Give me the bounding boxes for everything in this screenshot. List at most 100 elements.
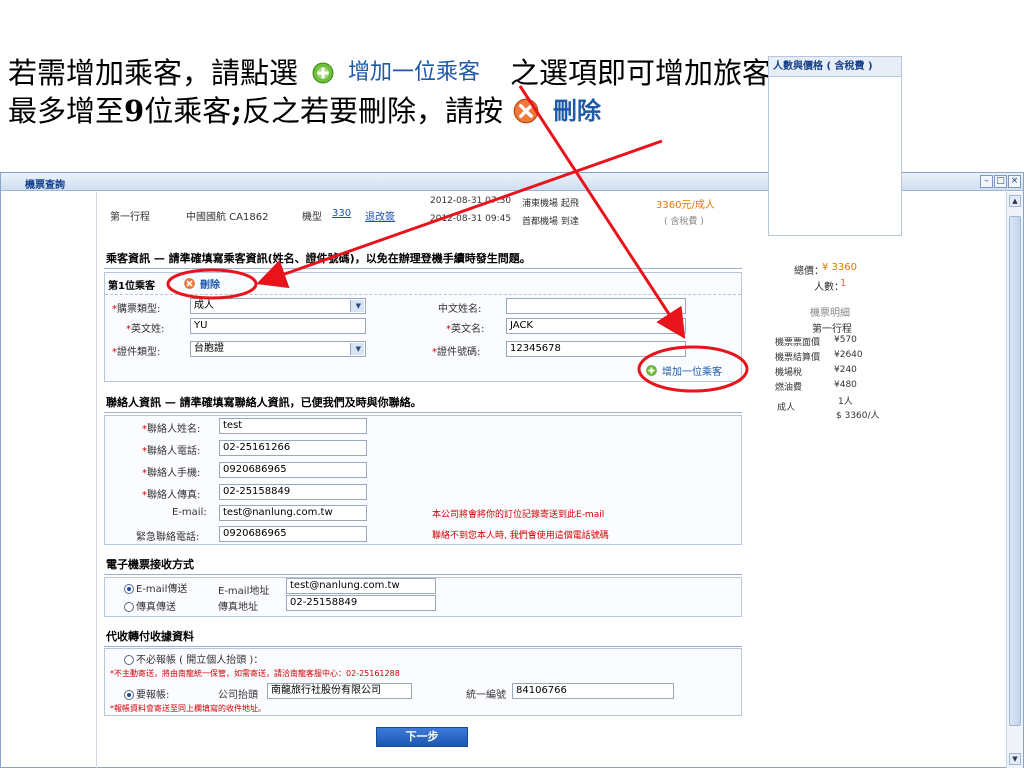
eticket-fax-label: 傳真地址	[218, 602, 258, 613]
radio-unselected-icon[interactable]	[124, 655, 134, 665]
eticket-email-option[interactable]: E-mail傳送	[124, 580, 187, 595]
contact-email-input[interactable]: test@nanlung.com.tw	[219, 505, 367, 521]
contact-mobile-label: *聯絡人手機:	[142, 468, 201, 479]
detail-trip: 第一行程	[812, 324, 852, 335]
adult-price: $ 3360/人	[836, 411, 880, 421]
fuel-fee: ¥480	[834, 380, 857, 390]
receipt-section-title: 代收轉付收據資料	[104, 627, 742, 647]
delete-passenger-button[interactable]: 刪除	[184, 276, 220, 291]
passenger-section-title: 乘客資訊 — 請準確填寫乘客資訊(姓名、證件號碼)，以免在辦理登機手續時發生問題…	[104, 249, 742, 269]
arrival-place: 首都機場 到達	[522, 217, 579, 227]
given-name-input[interactable]: JACK	[506, 318, 686, 334]
id-number-input[interactable]: 12345678	[506, 341, 686, 357]
eticket-email-input[interactable]: test@nanlung.com.tw	[286, 578, 436, 594]
add-passenger-button[interactable]: 增加一位乘客	[646, 363, 722, 378]
caption-line-1: 若需增加乘客，請點選 增加一位乘客 之選項即可增加旅客人數，	[8, 54, 858, 92]
aircraft-link[interactable]: 330	[332, 208, 351, 219]
tax-id-input[interactable]: 84106766	[512, 683, 674, 699]
add-passenger-label: 增加一位乘客	[662, 367, 722, 378]
left-pane	[1, 192, 97, 768]
eticket-fax-option[interactable]: 傳真傳送	[124, 598, 176, 613]
receipt-need-option[interactable]: 要報帳:	[124, 686, 169, 701]
departure-time: 2012-08-31 07:30	[430, 196, 512, 206]
rules-link[interactable]: 退改簽	[365, 208, 395, 223]
delete-circle-icon	[184, 278, 195, 289]
contact-mobile-input[interactable]: 0920686965	[219, 462, 367, 478]
caption-text-2a: 最多增至	[8, 94, 125, 128]
fuel-fee-label: 燃油費	[775, 383, 803, 393]
total-price: ¥ 3360	[822, 262, 857, 273]
airport-tax-label: 機場稅	[775, 368, 803, 378]
contact-fax-input[interactable]: 02-25158849	[219, 484, 367, 500]
caption-add-label: 增加一位乘客	[348, 60, 481, 85]
chinese-name-input[interactable]	[506, 298, 686, 314]
contact-name-label: *聯絡人姓名:	[142, 424, 201, 435]
chevron-down-icon: ▼	[355, 302, 361, 310]
contact-phone-input[interactable]: 02-25161266	[219, 440, 367, 456]
delete-circle-icon	[513, 98, 539, 124]
eticket-email-addr-label: E-mail地址	[218, 586, 270, 597]
airport-tax: ¥240	[834, 365, 857, 375]
scroll-down-icon[interactable]: ▼	[1009, 753, 1021, 765]
passenger-1-label: 第1位乘客	[108, 281, 155, 292]
receipt-none-note: *不主動寄送，將由南龍統一保管，如需寄送，請洽南龍客服中心：02-2516128…	[110, 669, 400, 678]
emergency-phone-label: 緊急聯絡電話:	[136, 532, 200, 543]
company-title-input[interactable]: 南龍旅行社股份有限公司	[267, 683, 412, 699]
adult-label: 成人	[777, 403, 796, 413]
eticket-fax-input[interactable]: 02-25158849	[286, 595, 436, 611]
chevron-down-icon: ▼	[355, 345, 361, 353]
minimize-button[interactable]: –	[980, 175, 993, 188]
chinese-name-label: 中文姓名:	[438, 304, 482, 315]
id-type-select[interactable]: 台胞證 ▼	[190, 341, 366, 357]
radio-selected-icon[interactable]	[124, 690, 134, 700]
trip-label: 第一行程	[110, 212, 150, 223]
add-circle-icon	[312, 62, 334, 84]
given-name-label: *英文名:	[446, 324, 485, 335]
window-controls: – □ ×	[980, 175, 1021, 188]
emergency-phone-input[interactable]: 0920686965	[219, 526, 367, 542]
caption-text-2c: 反之若要刪除，請按	[241, 94, 503, 128]
scroll-thumb[interactable]	[1009, 216, 1021, 726]
caption-line-2: 最多增至 9 位乘客 ; 反之若要刪除，請按 刪除	[8, 92, 858, 130]
caption-delete-label: 刪除	[552, 97, 601, 125]
next-step-button[interactable]: 下一步	[376, 727, 468, 747]
total-label: 總價：	[794, 266, 824, 277]
arrival-time: 2012-08-31 09:45	[430, 214, 512, 224]
emergency-note: 聯絡不到您本人時, 我們會使用這個電話號碼	[432, 531, 609, 541]
id-type-label: *證件類型:	[112, 347, 161, 358]
fare-price: 3360元/成人	[656, 200, 715, 211]
radio-selected-icon[interactable]	[124, 584, 134, 594]
aircraft-label: 機型	[302, 212, 322, 223]
close-button[interactable]: ×	[1008, 175, 1021, 188]
company-title-label: 公司抬頭	[218, 690, 258, 701]
window-title: 機票查詢	[25, 180, 65, 191]
departure-place: 浦東機場 起飛	[522, 199, 579, 209]
settle-price: ¥2640	[834, 350, 863, 360]
summary-title: 人數與價格 ( 含稅費 )	[769, 57, 901, 77]
scroll-up-icon[interactable]: ▲	[1009, 195, 1021, 207]
contact-name-input[interactable]: test	[219, 418, 367, 434]
email-note: 本公司將會將你的訂位記錄寄送到此E-mail	[432, 510, 605, 520]
ticket-type-select[interactable]: 成人 ▼	[190, 298, 366, 314]
contact-section-title: 聯絡人資訊 — 請準確填寫聯絡人資訊，已便我們及時與你聯絡。	[104, 393, 742, 413]
caption-text-2b: 位乘客	[144, 94, 232, 128]
vertical-scrollbar[interactable]: ▲ ▼	[1006, 192, 1023, 768]
tax-id-label: 統一編號	[466, 690, 506, 701]
maximize-button[interactable]: □	[994, 175, 1007, 188]
receipt-none-option[interactable]: 不必報帳 ( 開立個人抬頭 )：	[124, 651, 263, 666]
receipt-need-note: *報帳資料會寄送至同上欄填寫的收件地址。	[110, 704, 266, 713]
ticket-type-label: *購票類型:	[112, 304, 161, 315]
contact-email-label: E-mail:	[172, 507, 207, 518]
contact-phone-label: *聯絡人電話:	[142, 446, 201, 457]
caption-max-count: 9	[124, 94, 145, 128]
contact-fax-label: *聯絡人傳真:	[142, 490, 201, 501]
caption-delete-example: 刪除	[513, 92, 601, 130]
face-price: ¥570	[834, 335, 857, 345]
slide: 若需增加乘客，請點選 增加一位乘客 之選項即可增加旅客人數， 最多增至 9 位乘…	[0, 0, 1024, 768]
caption-add-passenger-example: 增加一位乘客	[312, 54, 480, 92]
adult-count: 1人	[838, 397, 853, 407]
radio-unselected-icon[interactable]	[124, 602, 134, 612]
price-summary: 人數與價格 ( 含稅費 )	[768, 56, 902, 236]
add-circle-icon	[646, 365, 657, 376]
surname-input[interactable]: YU	[190, 318, 366, 334]
